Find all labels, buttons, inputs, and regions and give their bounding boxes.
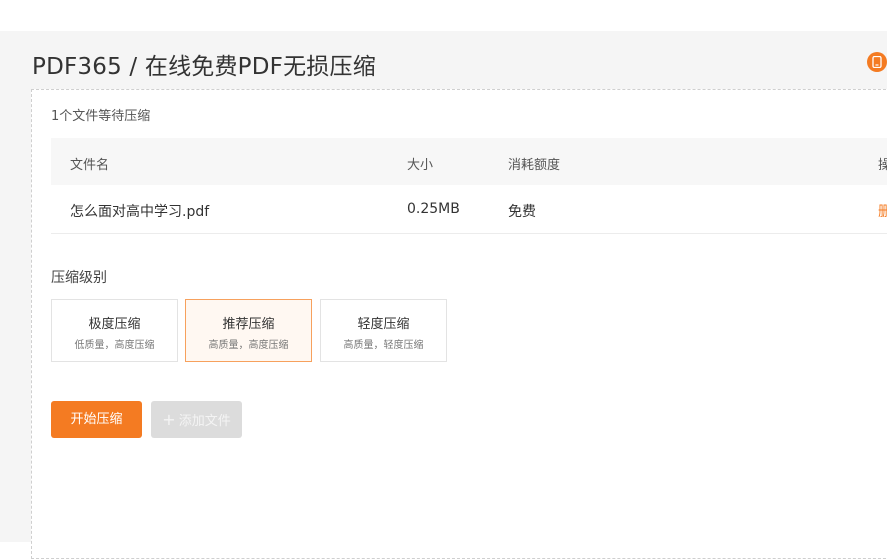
level-title: 极度压缩 <box>88 317 141 332</box>
level-subtitle: 高质量，高度压缩 <box>208 340 289 351</box>
table-header <box>51 138 887 185</box>
level-title: 轻度压缩 <box>357 317 410 332</box>
compression-level-label: 压缩级别 <box>51 270 107 286</box>
level-subtitle: 低质量，高度压缩 <box>74 340 155 351</box>
mobile-icon[interactable] <box>867 52 887 72</box>
column-filename: 文件名 <box>70 158 110 173</box>
plus-icon: + <box>162 410 176 429</box>
file-name: 怎么面对高中学习.pdf <box>70 204 210 220</box>
column-size: 大小 <box>407 158 434 173</box>
top-bar <box>0 0 887 31</box>
level-light-option[interactable]: 轻度压缩 高质量，轻度压缩 <box>320 299 447 362</box>
column-quota: 消耗额度 <box>508 158 561 173</box>
file-quota: 免费 <box>508 204 536 220</box>
row-divider <box>51 233 887 234</box>
add-file-button[interactable]: + 添加文件 <box>151 401 242 438</box>
queue-status: 1个文件等待压缩 <box>51 109 151 124</box>
start-compress-button[interactable]: 开始压缩 <box>51 401 142 438</box>
level-extreme-option[interactable]: 极度压缩 低质量，高度压缩 <box>51 299 178 362</box>
add-file-label: 添加文件 <box>178 414 231 429</box>
file-size: 0.25MB <box>407 201 460 217</box>
delete-link[interactable]: 删 <box>878 201 887 221</box>
level-title: 推荐压缩 <box>222 317 275 332</box>
level-subtitle: 高质量，轻度压缩 <box>343 340 424 351</box>
column-action: 操 <box>878 158 887 173</box>
level-recommended-option[interactable]: 推荐压缩 高质量，高度压缩 <box>185 299 312 362</box>
page-title: PDF365 / 在线免费PDF无损压缩 <box>32 54 376 80</box>
